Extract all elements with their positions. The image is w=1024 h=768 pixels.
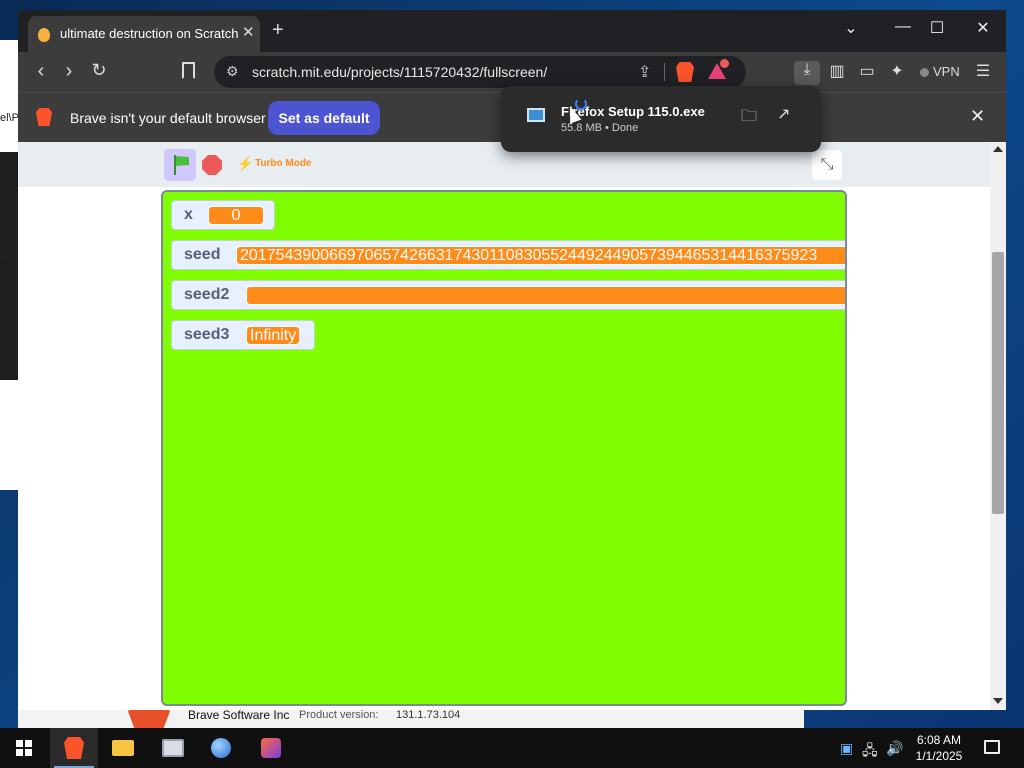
sidebar-icon[interactable]: ▥ bbox=[824, 61, 850, 85]
bookmark-icon[interactable] bbox=[182, 62, 195, 79]
brave-app-icon bbox=[64, 737, 84, 759]
tab-bar: ultimate destruction on Scratch ✕ + ⌄ — … bbox=[18, 10, 1006, 52]
scratch-favicon-icon bbox=[38, 28, 50, 42]
maximize-button[interactable]: ☐ bbox=[922, 18, 952, 38]
monitor-value: Infinity bbox=[246, 326, 301, 345]
network-icon[interactable]: 🖧 bbox=[862, 740, 878, 764]
menu-icon[interactable]: ☰ bbox=[970, 61, 996, 85]
stop-button[interactable] bbox=[202, 155, 222, 175]
file-explorer-icon bbox=[112, 740, 134, 756]
monitor-label: seed2 bbox=[184, 286, 230, 303]
globe-icon bbox=[211, 738, 231, 758]
green-flag-button[interactable] bbox=[164, 149, 196, 181]
taskbar: ▣ 🖧 🔊 6:08 AM 1/1/2025 bbox=[0, 728, 1024, 768]
exit-fullscreen-icon[interactable]: ⤡ bbox=[812, 150, 842, 180]
windows-start-icon[interactable] bbox=[16, 740, 32, 756]
turbo-mode-label: Turbo Mode bbox=[255, 158, 312, 169]
tray-app-icon[interactable]: ▣ bbox=[840, 740, 853, 757]
scroll-thumb[interactable] bbox=[992, 252, 1004, 514]
share-icon[interactable]: ⇪ bbox=[638, 62, 651, 82]
infobar-close-icon[interactable]: ✕ bbox=[970, 106, 985, 127]
download-popup[interactable]: Firefox Setup 115.0.exe 55.8 MB • Done 🗀… bbox=[501, 86, 821, 152]
about-version-label: Product version: bbox=[299, 709, 379, 721]
site-settings-icon[interactable]: ⚙ bbox=[226, 63, 239, 80]
vpn-label: VPN bbox=[933, 64, 960, 79]
background-window[interactable]: el\P el H d u ws f bbox=[0, 40, 20, 490]
brave-lion-icon bbox=[36, 108, 52, 126]
monitor-value: 0 bbox=[208, 206, 264, 225]
leo-icon[interactable]: ✦ bbox=[884, 61, 910, 85]
scratch-page: ⚡ Turbo Mode ⤡ x 0 seed 2017543900669706… bbox=[18, 142, 990, 710]
monitor-x[interactable]: x 0 bbox=[171, 200, 275, 230]
tab-close-icon[interactable]: ✕ bbox=[242, 23, 255, 41]
taskbar-clock[interactable]: 6:08 AM 1/1/2025 bbox=[900, 732, 978, 764]
rewards-badge bbox=[720, 59, 729, 68]
taskbar-brave[interactable] bbox=[50, 728, 98, 768]
page-scrollbar[interactable] bbox=[990, 142, 1006, 710]
address-bar[interactable]: ⚙ scratch.mit.edu/projects/1115720432/fu… bbox=[214, 56, 746, 88]
infobar-message: Brave isn't your default browser bbox=[70, 110, 266, 126]
address-separator bbox=[664, 63, 665, 81]
bg-window-dark-panel bbox=[0, 152, 20, 380]
monitor-value: 2017543900669706574266317430110830552449… bbox=[236, 246, 845, 265]
url-text: scratch.mit.edu/projects/1115720432/full… bbox=[252, 64, 548, 80]
lightning-icon: ⚡ bbox=[237, 156, 254, 171]
monitor-label: seed3 bbox=[184, 326, 230, 343]
set-as-default-button[interactable]: Set as default bbox=[268, 101, 380, 135]
setup-icon bbox=[261, 738, 281, 758]
notifications-icon[interactable] bbox=[984, 740, 1000, 754]
bg-window-text: el\P bbox=[0, 112, 19, 124]
scroll-down-icon[interactable] bbox=[993, 698, 1003, 704]
vpn-icon bbox=[920, 68, 929, 77]
installer-file-icon bbox=[527, 108, 545, 122]
monitor-seed3[interactable]: seed3 Infinity bbox=[171, 320, 315, 350]
scroll-up-icon[interactable] bbox=[993, 146, 1003, 152]
vpn-button[interactable]: VPN bbox=[920, 64, 960, 79]
taskbar-setup[interactable] bbox=[248, 728, 296, 768]
minimize-button[interactable]: — bbox=[888, 18, 918, 36]
wallet-icon[interactable]: ▭ bbox=[854, 61, 880, 85]
monitor-seed[interactable]: seed 20175439006697065742663174301108305… bbox=[171, 240, 845, 270]
clock-time: 6:08 AM bbox=[916, 733, 962, 747]
about-company: Brave Software Inc bbox=[188, 708, 290, 722]
tab-search-icon[interactable]: ⌄ bbox=[836, 18, 866, 38]
taskbar-globe[interactable] bbox=[198, 728, 246, 768]
photos-icon bbox=[162, 739, 184, 757]
monitor-label: x bbox=[184, 206, 193, 223]
new-tab-button[interactable]: + bbox=[272, 19, 284, 42]
scratch-stage[interactable]: x 0 seed 2017543900669706574266317430110… bbox=[161, 190, 847, 706]
download-icon[interactable]: ⤓ bbox=[794, 61, 820, 85]
brave-shields-icon[interactable] bbox=[676, 62, 694, 82]
taskbar-photos[interactable] bbox=[150, 728, 198, 768]
clock-date: 1/1/2025 bbox=[915, 749, 963, 763]
open-file-icon[interactable]: ↗ bbox=[777, 104, 790, 124]
bg-window-text: ws f bbox=[0, 252, 20, 264]
back-icon[interactable]: ‹ bbox=[28, 60, 54, 83]
tab-scratch[interactable]: ultimate destruction on Scratch ✕ bbox=[28, 16, 260, 52]
download-status: 55.8 MB • Done bbox=[561, 122, 639, 134]
bg-window-text: d u bbox=[0, 229, 16, 241]
monitor-label: seed bbox=[184, 246, 221, 263]
bg-window-text: el H bbox=[0, 192, 20, 204]
close-window-button[interactable]: ✕ bbox=[968, 18, 998, 38]
tab-title: ultimate destruction on Scratch bbox=[60, 26, 239, 41]
about-version: 131.1.73.104 bbox=[396, 709, 461, 721]
forward-icon[interactable]: › bbox=[56, 60, 82, 83]
show-in-folder-icon[interactable]: 🗀 bbox=[741, 105, 757, 132]
monitor-value bbox=[246, 286, 845, 305]
taskbar-explorer[interactable] bbox=[100, 728, 148, 768]
monitor-seed2[interactable]: seed2 bbox=[171, 280, 845, 310]
reload-icon[interactable]: ↻ bbox=[86, 60, 112, 81]
